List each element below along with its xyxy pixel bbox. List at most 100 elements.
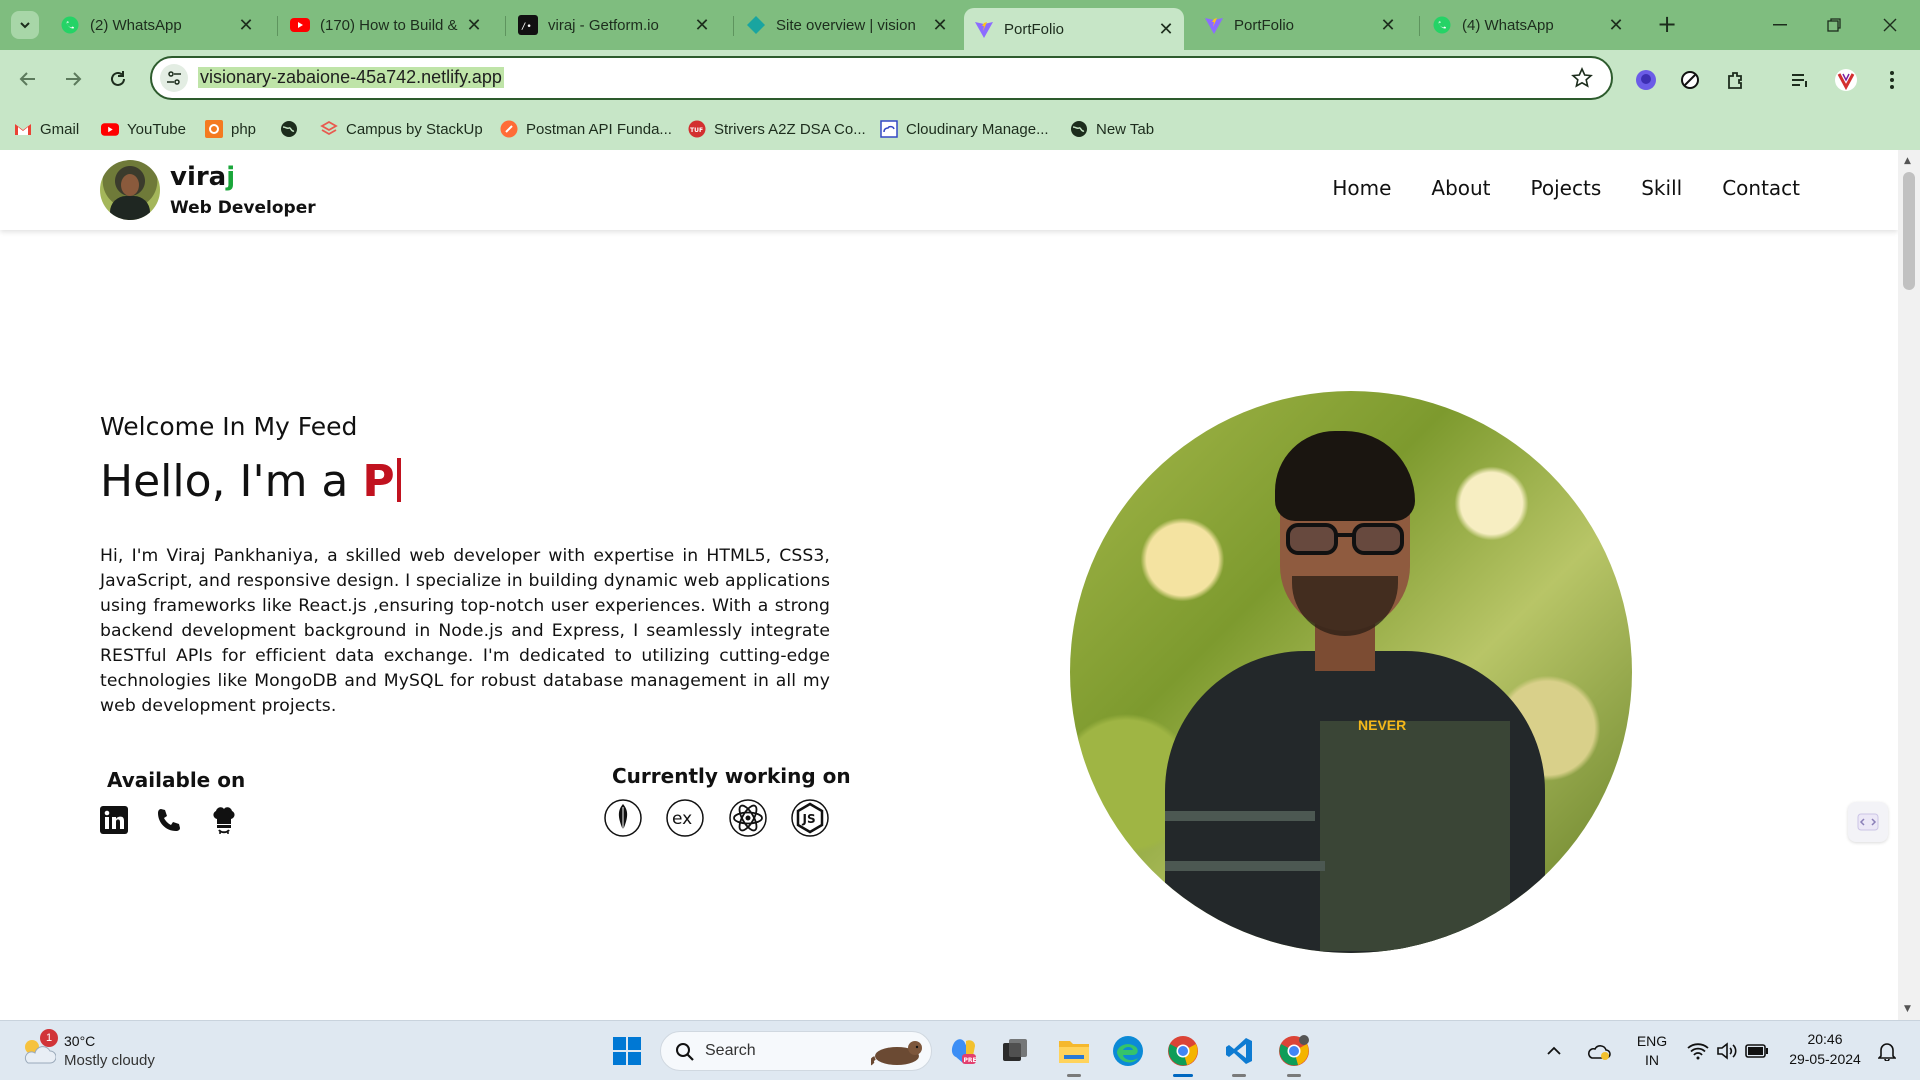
url-text[interactable]: visionary-zabaione-45a742.netlify.app: [198, 67, 504, 88]
nodejs-icon[interactable]: JS: [790, 798, 830, 838]
tab-portfolio-active[interactable]: PortFolio ✕: [964, 8, 1184, 50]
language-top[interactable]: ENG: [1634, 1033, 1670, 1049]
media-controls-icon[interactable]: [1786, 66, 1814, 94]
minimize-button[interactable]: [1752, 0, 1808, 50]
close-window-button[interactable]: [1862, 0, 1918, 50]
page-scrollbar[interactable]: ▲ ▼: [1898, 150, 1920, 1020]
nav-projects[interactable]: Pojects: [1531, 176, 1602, 200]
scroll-down-arrow-icon[interactable]: ▼: [1904, 1004, 1911, 1014]
avatar-face: [121, 174, 139, 196]
tab-netlify[interactable]: Site overview | vision ✕: [736, 8, 958, 42]
tab-portfolio-2[interactable]: PortFolio ✕: [1194, 8, 1406, 42]
wifi-icon: [1687, 1043, 1709, 1060]
close-tab-icon[interactable]: ✕: [1380, 15, 1396, 36]
taskbar-search[interactable]: Search: [660, 1031, 932, 1071]
floating-widget-button[interactable]: [1848, 802, 1888, 842]
tab-title: (170) How to Build &: [320, 16, 458, 34]
tray-overflow-button[interactable]: [1542, 1031, 1566, 1071]
task-view-app[interactable]: [995, 1031, 1035, 1071]
bookmark-star-button[interactable]: [1571, 67, 1593, 93]
vscode-icon: [1226, 1038, 1252, 1064]
language-bottom[interactable]: IN: [1634, 1052, 1670, 1068]
scrollbar-thumb[interactable]: [1903, 172, 1915, 290]
volume-tray-icon[interactable]: [1713, 1031, 1741, 1071]
bookmark-label: Gmail: [40, 120, 80, 138]
close-tab-icon[interactable]: ✕: [466, 15, 482, 36]
bookmark-globe[interactable]: [280, 116, 306, 142]
nav-about[interactable]: About: [1431, 176, 1490, 200]
file-explorer-app[interactable]: [1054, 1031, 1094, 1077]
address-bar[interactable]: visionary-zabaione-45a742.netlify.app: [150, 56, 1613, 100]
forward-button[interactable]: [58, 64, 88, 94]
tab-divider: [277, 16, 278, 36]
mongodb-icon[interactable]: [603, 798, 643, 838]
tab-getform[interactable]: /• viraj - Getform.io ✕: [508, 8, 720, 42]
tab-search-button[interactable]: [11, 11, 39, 39]
chrome-app[interactable]: [1163, 1031, 1203, 1077]
close-tab-icon[interactable]: ✕: [238, 15, 254, 36]
clock-date[interactable]: 29-05-2024: [1780, 1051, 1870, 1067]
wifi-tray-icon[interactable]: [1684, 1031, 1712, 1071]
file-explorer-icon: [1059, 1041, 1089, 1063]
app-indicator: [1067, 1074, 1081, 1077]
express-icon[interactable]: ex: [665, 798, 705, 838]
reload-button[interactable]: [103, 64, 133, 94]
bookmark-label: Strivers A2Z DSA Co...: [714, 120, 866, 138]
close-tab-icon[interactable]: ✕: [1608, 15, 1624, 36]
back-button[interactable]: [13, 64, 43, 94]
vscode-app[interactable]: [1219, 1031, 1259, 1077]
more-menu-icon[interactable]: [1878, 66, 1906, 94]
postman-icon: [500, 120, 518, 138]
search-icon: [676, 1043, 694, 1061]
star-icon: [1571, 67, 1593, 88]
site-info-button[interactable]: [160, 64, 188, 92]
app-indicator: [1232, 1074, 1246, 1077]
web-page: viraj Web Developer Home About Pojects S…: [0, 150, 1898, 1020]
extension-copilot-icon[interactable]: [1632, 66, 1660, 94]
currently-working-title: Currently working on: [612, 764, 851, 788]
bookmark-label: php: [231, 120, 257, 138]
tab-whatsapp-2[interactable]: (4) WhatsApp ✕: [1422, 8, 1634, 42]
chef-hat-icon[interactable]: [208, 804, 240, 836]
bookmark-php[interactable]: php: [205, 116, 256, 142]
bookmark-cloudinary[interactable]: Cloudinary Manage...: [880, 116, 1049, 142]
start-button[interactable]: [607, 1031, 647, 1071]
new-tab-button[interactable]: +: [1652, 10, 1682, 40]
scroll-up-arrow-icon[interactable]: ▲: [1904, 156, 1911, 166]
tab-whatsapp-1[interactable]: (2) WhatsApp ✕: [50, 8, 264, 42]
battery-tray-icon[interactable]: [1742, 1031, 1772, 1071]
tab-strip: (2) WhatsApp ✕ (170) How to Build & ✕ /•…: [0, 0, 1920, 50]
nav-contact[interactable]: Contact: [1722, 176, 1800, 200]
notifications-button[interactable]: [1872, 1031, 1902, 1071]
restore-button[interactable]: [1806, 0, 1862, 50]
close-tab-icon[interactable]: ✕: [694, 15, 710, 36]
weather-temp: 30°C: [64, 1033, 96, 1049]
extensions-puzzle-icon[interactable]: [1722, 66, 1750, 94]
available-on-title: Available on: [107, 768, 246, 792]
nav-skill[interactable]: Skill: [1641, 176, 1682, 200]
close-tab-icon[interactable]: ✕: [1158, 19, 1174, 40]
weather-widget[interactable]: 1 30°C Mostly cloudy: [20, 1029, 200, 1073]
bookmark-strivers[interactable]: TUF Strivers A2Z DSA Co...: [688, 116, 866, 142]
react-icon[interactable]: [728, 798, 768, 838]
bookmark-new-tab[interactable]: New Tab: [1070, 116, 1154, 142]
edge-app[interactable]: [1108, 1031, 1148, 1071]
chrome-beta-app[interactable]: [1274, 1031, 1314, 1077]
bookmark-stackup[interactable]: Campus by StackUp: [320, 116, 483, 142]
clock-time[interactable]: 20:46: [1780, 1031, 1870, 1047]
linkedin-icon[interactable]: [98, 804, 130, 836]
bookmark-youtube[interactable]: YouTube: [101, 116, 186, 142]
copilot-app[interactable]: PRE: [944, 1031, 984, 1071]
nav-home[interactable]: Home: [1332, 176, 1391, 200]
profile-avatar-icon[interactable]: [1832, 66, 1860, 94]
tab-youtube[interactable]: (170) How to Build & ✕: [280, 8, 492, 42]
avatar[interactable]: [100, 160, 160, 220]
close-tab-icon[interactable]: ✕: [932, 15, 948, 36]
bookmark-postman[interactable]: Postman API Funda...: [500, 116, 672, 142]
bookmark-gmail[interactable]: Gmail: [14, 116, 79, 142]
globe-icon: [1070, 120, 1088, 138]
onedrive-tray-icon[interactable]: [1584, 1031, 1614, 1071]
copilot-icon: PRE: [951, 1039, 977, 1064]
phone-icon[interactable]: [153, 804, 185, 836]
extension-block-icon[interactable]: [1676, 66, 1704, 94]
